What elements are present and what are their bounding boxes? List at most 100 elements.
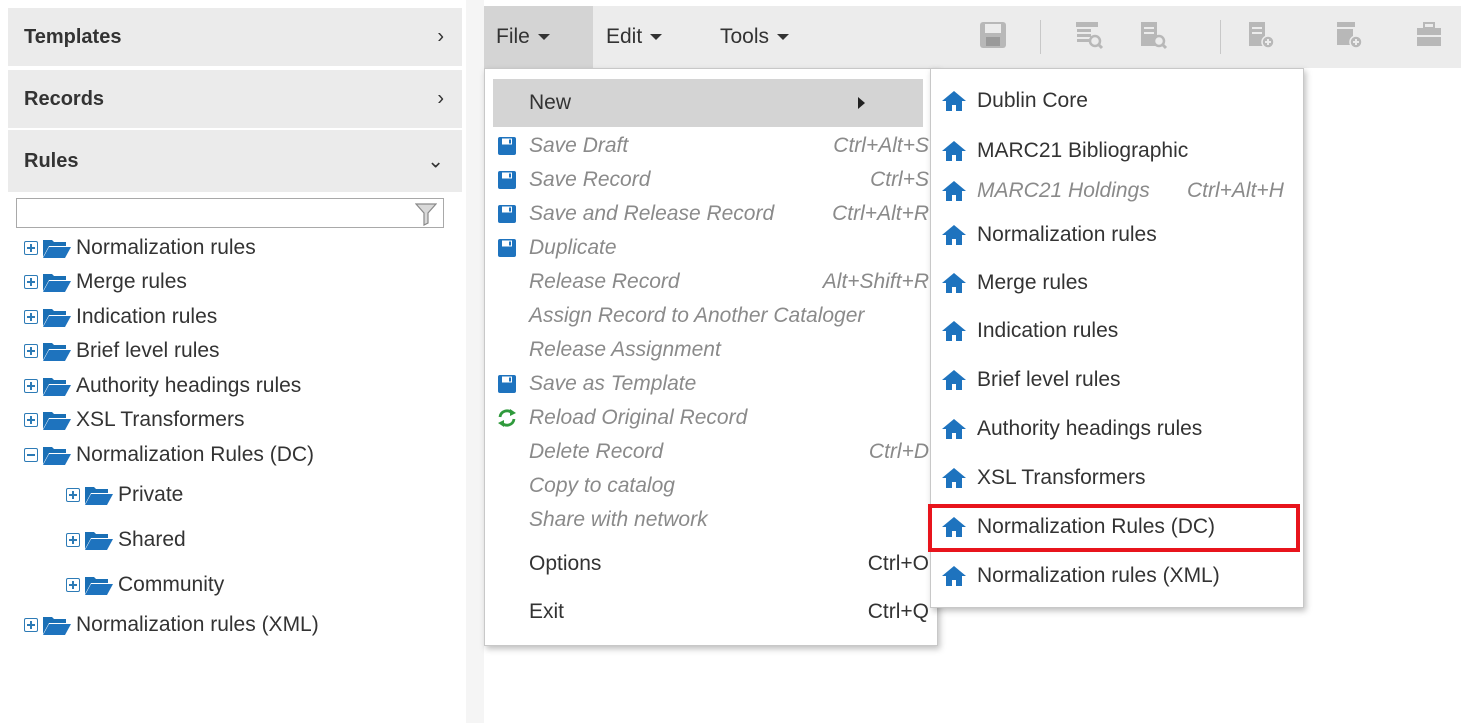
collapse-toggle-icon[interactable]	[24, 448, 38, 462]
tree-item[interactable]: Normalization rules	[24, 233, 256, 263]
file-menu-item-save-and-release-record[interactable]: Save and Release Record Ctrl+Alt+R	[485, 197, 937, 231]
tree-item[interactable]: Authority headings rules	[24, 371, 301, 401]
file-menu-item-release-assignment[interactable]: Release Assignment	[485, 333, 937, 367]
rules-filter	[16, 198, 444, 228]
chevron-right-icon: ›	[437, 25, 444, 48]
tree-item-label: Brief level rules	[76, 339, 220, 362]
folder-open-icon	[85, 487, 113, 505]
left-panel: Templates › Records › Rules ⌄ Normalizat…	[0, 0, 466, 723]
section-templates[interactable]: Templates ›	[8, 8, 462, 66]
file-menu-item-exit[interactable]: Exit Ctrl+Q	[485, 595, 937, 629]
home-icon	[942, 225, 966, 245]
expand-toggle-icon[interactable]	[24, 413, 38, 427]
tree-item[interactable]: Normalization Rules (DC)	[24, 440, 314, 470]
home-icon	[942, 419, 966, 439]
tree-item[interactable]: Normalization rules (XML)	[24, 610, 319, 640]
expand-toggle-icon[interactable]	[24, 379, 38, 393]
folder-open-icon	[43, 240, 71, 258]
section-rules[interactable]: Rules ⌄	[8, 130, 462, 192]
caret-down-icon	[777, 34, 790, 40]
home-icon	[942, 321, 966, 341]
new-submenu-item-normalization-rules-xml[interactable]: Normalization rules (XML)	[931, 556, 1303, 596]
home-icon	[942, 181, 966, 201]
tree-child-item[interactable]: Shared	[66, 525, 186, 555]
new-submenu-item-indication-rules[interactable]: Indication rules	[931, 311, 1303, 351]
menu-item-label: Exit	[529, 600, 565, 623]
caret-down-icon	[537, 34, 550, 40]
toolbox-icon[interactable]	[1414, 20, 1444, 50]
new-submenu-item-normalization-rules-dc[interactable]: Normalization Rules (DC)	[931, 507, 1303, 547]
file-menu-item-options[interactable]: Options Ctrl+O	[485, 547, 937, 581]
file-menu-item-new[interactable]: New	[493, 79, 923, 127]
file-menu-item-copy-to-catalog[interactable]: Copy to catalog	[485, 469, 937, 503]
tree-item-label: Shared	[118, 528, 186, 551]
new-submenu-item-brief-level-rules[interactable]: Brief level rules	[931, 360, 1303, 400]
new-submenu-item-normalization-rules[interactable]: Normalization rules	[931, 215, 1303, 255]
tree-item[interactable]: Indication rules	[24, 302, 217, 332]
new-submenu-item-merge-rules[interactable]: Merge rules	[931, 263, 1303, 303]
file-menu-item-save-record[interactable]: Save Record Ctrl+S	[485, 163, 937, 197]
new-template-icon[interactable]	[1334, 20, 1364, 50]
expand-toggle-icon[interactable]	[24, 344, 38, 358]
menu-item-label: Release Record	[529, 270, 680, 293]
save-icon[interactable]	[978, 20, 1008, 50]
new-submenu-item-authority-headings-rules[interactable]: Authority headings rules	[931, 409, 1303, 449]
section-templates-label: Templates	[24, 25, 122, 48]
folder-open-icon	[43, 309, 71, 327]
new-record-icon[interactable]	[1246, 20, 1276, 50]
expand-toggle-icon[interactable]	[66, 578, 80, 592]
tree-child-item[interactable]: Private	[66, 480, 183, 510]
menu-tools[interactable]: Tools	[708, 6, 801, 68]
new-submenu-item-dublin-core[interactable]: Dublin Core	[931, 81, 1303, 121]
chevron-down-icon: ⌄	[427, 150, 444, 173]
expand-toggle-icon[interactable]	[24, 275, 38, 289]
panel-splitter[interactable]	[466, 0, 484, 723]
tree-child-item[interactable]: Community	[66, 570, 224, 600]
menu-item-label: Duplicate	[529, 236, 617, 259]
home-icon	[942, 370, 966, 390]
new-submenu-item-marc21-holdings[interactable]: MARC21 Holdings Ctrl+Alt+H	[931, 171, 1303, 211]
expand-toggle-icon[interactable]	[24, 618, 38, 632]
new-submenu-item-marc21-bibliographic[interactable]: MARC21 Bibliographic	[931, 131, 1303, 171]
tree-item[interactable]: Merge rules	[24, 267, 187, 297]
menu-edit[interactable]: Edit	[594, 6, 674, 68]
file-menu-item-assign-record-to-another-cataloger[interactable]: Assign Record to Another Cataloger	[485, 299, 937, 333]
file-menu-item-delete-record[interactable]: Delete Record Ctrl+D	[485, 435, 937, 469]
section-records[interactable]: Records ›	[8, 70, 462, 128]
tree-item[interactable]: Brief level rules	[24, 336, 220, 366]
menubar: File Edit Tools	[484, 6, 1461, 68]
file-menu-dropdown: New Save Draft Ctrl+Alt+S Save Record Ctrl+S…	[484, 68, 938, 646]
folder-open-icon	[85, 577, 113, 595]
file-menu-item-save-as-template[interactable]: Save as Template	[485, 367, 937, 401]
search-records-icon[interactable]	[1138, 20, 1168, 50]
rules-filter-input[interactable]	[17, 199, 407, 227]
menu-item-shortcut: Ctrl+Q	[867, 600, 929, 623]
expand-toggle-icon[interactable]	[24, 241, 38, 255]
menu-item-shortcut: Ctrl+Alt+S	[833, 134, 929, 157]
submenu-item-label: Brief level rules	[977, 368, 1121, 391]
submenu-item-label: Dublin Core	[977, 89, 1088, 112]
menu-file[interactable]: File	[484, 6, 593, 68]
filter-funnel-icon[interactable]	[415, 202, 437, 226]
file-menu-item-save-draft[interactable]: Save Draft Ctrl+Alt+S	[485, 129, 937, 163]
expand-toggle-icon[interactable]	[24, 310, 38, 324]
expand-toggle-icon[interactable]	[66, 533, 80, 547]
menu-item-label: Save Draft	[529, 134, 629, 157]
file-menu-item-reload-original-record[interactable]: Reload Original Record	[485, 401, 937, 435]
new-submenu: Dublin Core MARC21 Bibliographic MARC21 Ho…	[930, 68, 1304, 608]
file-menu-item-share-with-network[interactable]: Share with network	[485, 503, 937, 537]
search-templates-icon[interactable]	[1074, 20, 1104, 50]
home-icon	[942, 468, 966, 488]
new-submenu-item-xsl-transformers[interactable]: XSL Transformers	[931, 458, 1303, 498]
home-icon	[942, 517, 966, 537]
file-menu-item-release-record[interactable]: Release Record Alt+Shift+R	[485, 265, 937, 299]
menu-item-label: Copy to catalog	[529, 474, 675, 497]
submenu-item-label: XSL Transformers	[977, 466, 1146, 489]
caret-down-icon	[650, 34, 663, 40]
expand-toggle-icon[interactable]	[66, 488, 80, 502]
file-menu-item-duplicate[interactable]: Duplicate	[485, 231, 937, 265]
menu-item-shortcut: Ctrl+S	[870, 168, 929, 191]
folder-open-icon	[85, 532, 113, 550]
tree-item[interactable]: XSL Transformers	[24, 405, 244, 435]
menu-item-label: Save as Template	[529, 372, 697, 395]
